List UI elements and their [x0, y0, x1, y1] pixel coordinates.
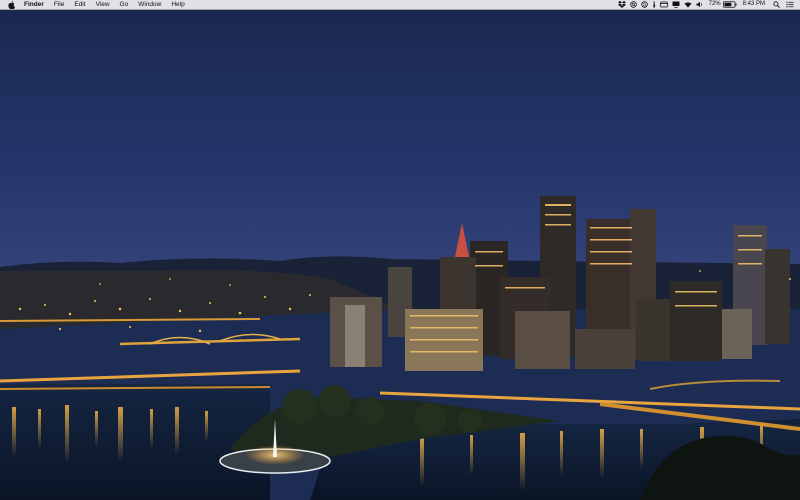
notification-center-icon[interactable] — [786, 0, 794, 9]
status-menus: 72% 8:43 PM — [614, 0, 800, 9]
desktop-wallpaper — [0, 9, 800, 500]
menu-edit[interactable]: Edit — [69, 0, 90, 9]
clock[interactable]: 8:43 PM — [743, 0, 765, 9]
menu-file[interactable]: File — [49, 0, 69, 9]
sky — [0, 9, 800, 279]
city-night-scene — [0, 9, 800, 500]
apple-logo-icon[interactable] — [7, 0, 16, 9]
app-menu-finder[interactable]: Finder — [22, 0, 49, 9]
volume-icon[interactable] — [696, 0, 703, 9]
menu-go[interactable]: Go — [115, 0, 134, 9]
menu-bar: Finder File Edit View Go Window Help 72%… — [0, 0, 800, 10]
sync-icon[interactable] — [640, 0, 648, 9]
battery-icon[interactable] — [722, 0, 737, 9]
menu-left: Finder File Edit View Go Window Help — [0, 0, 190, 9]
display-icon[interactable] — [672, 0, 680, 9]
spotlight-icon[interactable] — [773, 0, 780, 9]
info-icon[interactable] — [652, 0, 656, 9]
tabs-icon[interactable] — [659, 0, 668, 9]
menu-window[interactable]: Window — [133, 0, 166, 9]
menu-view[interactable]: View — [91, 0, 115, 9]
battery-percentage[interactable]: 72% — [709, 0, 721, 9]
search-circle-icon[interactable] — [629, 0, 637, 9]
dropbox-icon[interactable] — [617, 0, 626, 9]
battery-fill — [724, 2, 731, 7]
menu-help[interactable]: Help — [166, 0, 189, 9]
wifi-icon[interactable] — [684, 0, 692, 9]
